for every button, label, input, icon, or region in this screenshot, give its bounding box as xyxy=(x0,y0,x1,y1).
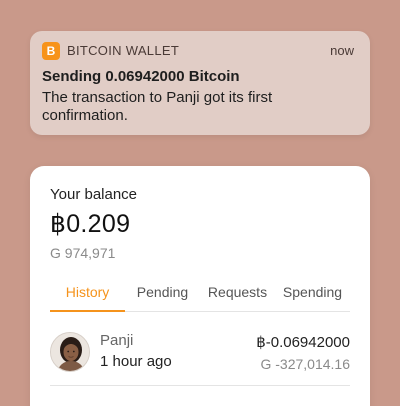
wallet-card: Your balance ฿0.209 G 974,971 History Pe… xyxy=(30,166,370,406)
balance-amount: ฿0.209 xyxy=(50,210,131,238)
transaction-fiat: G -327,014.16 xyxy=(260,356,350,372)
bitcoin-app-icon: B xyxy=(42,41,60,60)
notification-time: now xyxy=(330,43,354,58)
notification-banner[interactable]: B BITCOIN WALLET now Sending 0.06942000 … xyxy=(30,31,370,135)
wallet-tabs: History Pending Requests Spending xyxy=(50,279,350,312)
transaction-row[interactable]: Panji 1 hour ago ฿-0.06942000 G -327,014… xyxy=(50,324,350,386)
notification-header: B BITCOIN WALLET now xyxy=(42,41,358,60)
tab-history[interactable]: History xyxy=(50,279,125,312)
tab-pending[interactable]: Pending xyxy=(125,279,200,311)
tab-spending[interactable]: Spending xyxy=(275,279,350,311)
notification-title: Sending 0.06942000 Bitcoin xyxy=(42,68,240,85)
transaction-amount: ฿-0.06942000 xyxy=(256,334,350,351)
avatar xyxy=(50,332,90,372)
notification-app-name: BITCOIN WALLET xyxy=(67,43,180,58)
tab-requests[interactable]: Requests xyxy=(200,279,275,311)
notification-body: The transaction to Panji got its first c… xyxy=(42,89,273,124)
transaction-name: Panji xyxy=(100,332,134,349)
person-avatar-icon xyxy=(51,333,89,371)
balance-fiat: G 974,971 xyxy=(50,245,116,261)
balance-label: Your balance xyxy=(50,186,138,203)
transaction-time: 1 hour ago xyxy=(100,353,172,370)
